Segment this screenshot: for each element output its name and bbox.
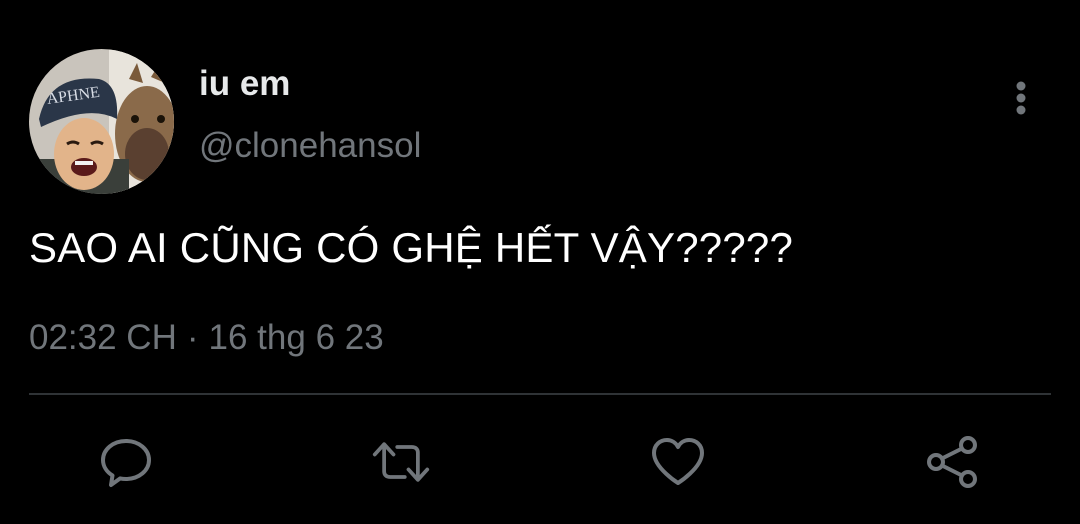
retweet-arrows-icon [372, 442, 430, 482]
tweet-card: APHNE iu em @clonehansol SAO AI CŨNG CÓ … [0, 0, 1080, 524]
divider [29, 393, 1051, 395]
reply-button[interactable] [96, 432, 156, 492]
heart-icon [652, 438, 704, 485]
user-handle[interactable]: @clonehansol [199, 126, 421, 166]
meta-separator: · [186, 318, 199, 357]
more-options-button[interactable] [1003, 76, 1039, 120]
share-nodes-icon [927, 436, 977, 488]
retweet-button[interactable] [371, 432, 431, 492]
tweet-text: SAO AI CŨNG CÓ GHỆ HẾT VẬY????? [29, 224, 794, 271]
display-name[interactable]: iu em [199, 64, 290, 104]
tweet-timestamp: 02:32 CH · 16 thg 6 23 [29, 318, 384, 358]
tweet-date: 16 thg 6 23 [208, 318, 384, 357]
speech-bubble-icon [101, 439, 151, 487]
avatar[interactable]: APHNE [29, 49, 174, 194]
avatar-photo: APHNE [29, 49, 174, 194]
share-button[interactable] [923, 432, 983, 492]
vertical-dots-icon [1016, 81, 1026, 115]
tweet-time: 02:32 CH [29, 318, 177, 357]
like-button[interactable] [648, 432, 708, 492]
